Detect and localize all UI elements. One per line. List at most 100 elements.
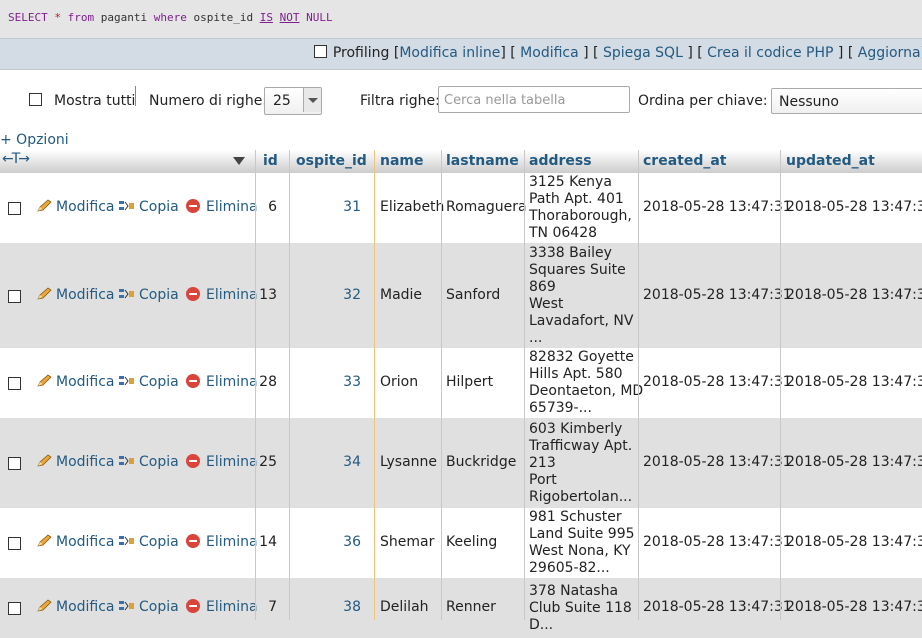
delete-icon xyxy=(186,454,200,468)
cell-lastname: Buckridge xyxy=(446,454,517,470)
column-header-created-at[interactable]: created_at xyxy=(643,153,727,169)
copy-label: Copia xyxy=(139,287,179,303)
delete-button[interactable]: Elimina xyxy=(186,199,258,215)
cell-address: 82832 Goyette Hills Apt. 580 Deontaeton,… xyxy=(529,349,644,416)
delete-label: Elimina xyxy=(206,199,258,215)
cell-created-at: 2018-05-28 13:47:31 xyxy=(643,287,792,303)
copy-button[interactable]: Copia xyxy=(118,599,179,615)
pencil-icon xyxy=(37,534,52,547)
edit-button[interactable]: Modifica xyxy=(36,199,115,215)
sql-table: paganti xyxy=(100,11,148,24)
edit-button[interactable]: Modifica xyxy=(36,534,115,550)
ordina-value: Nessuno xyxy=(779,94,839,110)
row-checkbox[interactable] xyxy=(8,457,21,470)
copy-icon xyxy=(119,601,134,611)
ordina-per-chiave-label: Ordina per chiave: xyxy=(638,93,768,109)
copy-label: Copia xyxy=(139,534,179,550)
table-row: Modifica Copia Elimina 13 32 Madie Sanford 3338… xyxy=(0,243,922,348)
copy-label: Copia xyxy=(139,199,179,215)
cell-id: 7 xyxy=(268,599,277,615)
cell-id: 14 xyxy=(259,534,277,550)
column-header-address[interactable]: address xyxy=(529,153,592,169)
column-divider xyxy=(255,150,256,620)
delete-button[interactable]: Elimina xyxy=(186,599,258,615)
filtra-righe-input[interactable]: Cerca nella tabella xyxy=(438,86,630,113)
crea-codice-php-link[interactable]: Crea il codice PHP xyxy=(707,45,833,61)
row-checkbox[interactable] xyxy=(8,377,21,390)
opzioni-link[interactable]: + Opzioni xyxy=(0,132,69,148)
delete-button[interactable]: Elimina xyxy=(186,374,258,390)
modifica-link[interactable]: Modifica xyxy=(520,45,579,61)
cell-ospite-id[interactable]: 31 xyxy=(343,199,361,215)
mostra-tutti-label: Mostra tutti xyxy=(54,93,136,109)
row-checkbox[interactable] xyxy=(8,202,21,215)
column-header-updated-at[interactable]: updated_at xyxy=(786,153,875,169)
delete-button[interactable]: Elimina xyxy=(186,287,258,303)
copy-button[interactable]: Copia xyxy=(118,199,179,215)
delete-button[interactable]: Elimina xyxy=(186,534,258,550)
copy-icon xyxy=(119,289,134,299)
cell-ospite-id[interactable]: 36 xyxy=(343,534,361,550)
column-header-ospite-id[interactable]: ospite_id xyxy=(296,153,367,169)
mostra-tutti-checkbox[interactable]: Mostra tutti xyxy=(29,93,135,109)
cell-lastname: Hilpert xyxy=(446,374,494,390)
table-row: Modifica Copia Elimina 6 31 Elizabeth Romaguer… xyxy=(0,173,922,243)
cell-ospite-id[interactable]: 34 xyxy=(343,454,361,470)
divider xyxy=(135,86,136,106)
column-header-id[interactable]: id xyxy=(263,153,278,169)
modifica-inline-link[interactable]: Modifica inline xyxy=(399,45,500,61)
cell-ospite-id[interactable]: 32 xyxy=(343,287,361,303)
chevron-down-icon xyxy=(303,88,321,112)
row-checkbox[interactable] xyxy=(8,602,21,615)
edit-button[interactable]: Modifica xyxy=(36,287,115,303)
cell-address: 603 Kimberly Trafficway Apt. 213 Port Ri… xyxy=(529,421,633,505)
sql-keyword: where xyxy=(153,11,187,24)
cell-address: 3125 Kenya Path Apt. 401 Thoraborough, T… xyxy=(529,174,632,241)
delete-icon xyxy=(186,199,200,213)
column-header-lastname[interactable]: lastname xyxy=(446,153,519,169)
edit-button[interactable]: Modifica xyxy=(36,454,115,470)
cell-id: 6 xyxy=(268,199,277,215)
cell-created-at: 2018-05-28 13:47:31 xyxy=(643,374,792,390)
numero-righe-select[interactable]: 25 xyxy=(264,87,322,115)
row-checkbox[interactable] xyxy=(8,537,21,550)
cell-lastname: Keeling xyxy=(446,534,498,550)
cell-ospite-id[interactable]: 33 xyxy=(343,374,361,390)
ordina-per-chiave-select[interactable]: Nessuno xyxy=(771,88,922,114)
copy-button[interactable]: Copia xyxy=(118,374,179,390)
column-header-name[interactable]: name xyxy=(380,153,424,169)
delete-label: Elimina xyxy=(206,374,258,390)
cell-created-at: 2018-05-28 13:47:31 xyxy=(643,199,792,215)
copy-button[interactable]: Copia xyxy=(118,534,179,550)
edit-label: Modifica xyxy=(56,374,115,390)
cell-ospite-id[interactable]: 38 xyxy=(343,599,361,615)
cell-address: 3338 Bailey Squares Suite 869 West Lavad… xyxy=(529,245,634,346)
edit-button[interactable]: Modifica xyxy=(36,599,115,615)
delete-label: Elimina xyxy=(206,287,258,303)
delete-button[interactable]: Elimina xyxy=(186,454,258,470)
column-divider xyxy=(374,150,375,620)
row-checkbox[interactable] xyxy=(8,290,21,303)
cell-created-at: 2018-05-28 13:47:31 xyxy=(643,534,792,550)
column-divider xyxy=(441,150,442,620)
sql-star: * xyxy=(54,11,61,24)
cell-lastname: Renner xyxy=(446,599,496,615)
delete-label: Elimina xyxy=(206,599,258,615)
cell-address: 981 Schuster Land Suite 995 West Nona, K… xyxy=(529,509,635,576)
aggiorna-link[interactable]: Aggiorna xyxy=(858,45,921,61)
cell-name: Shemar xyxy=(380,534,435,550)
column-divider xyxy=(524,150,525,620)
sql-query[interactable]: SELECT * from paganti where ospite_id IS… xyxy=(8,11,333,24)
column-divider xyxy=(289,150,290,620)
spiega-sql-link[interactable]: Spiega SQL xyxy=(603,45,683,61)
sort-dropdown-icon[interactable] xyxy=(233,157,245,165)
copy-button[interactable]: Copia xyxy=(118,287,179,303)
column-arrows-icon[interactable]: ←T→ xyxy=(2,151,30,167)
edit-button[interactable]: Modifica xyxy=(36,374,115,390)
delete-icon xyxy=(186,374,200,388)
profiling-checkbox[interactable] xyxy=(313,45,327,58)
cell-address: 378 Natasha Club Suite 118 D... xyxy=(529,583,632,633)
copy-button[interactable]: Copia xyxy=(118,454,179,470)
edit-label: Modifica xyxy=(56,454,115,470)
cell-updated-at: 2018-05-28 13:47:31 xyxy=(786,287,922,303)
